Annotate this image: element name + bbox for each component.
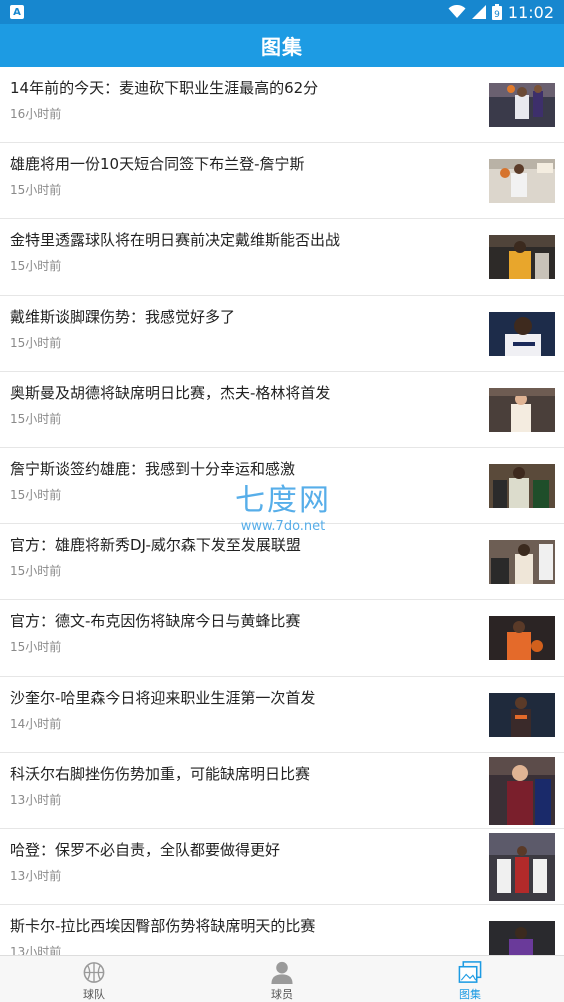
tab-gallery[interactable]: 图集 (376, 956, 564, 1002)
news-item[interactable]: 科沃尔右脚挫伤伤势加重，可能缺席明日比赛 13小时前 (0, 753, 564, 829)
news-item[interactable]: 金特里透露球队将在明日赛前决定戴维斯能否出战 15小时前 (0, 219, 564, 296)
tab-teams[interactable]: 球队 (0, 956, 188, 1002)
news-title: 官方：雄鹿将新秀DJ-威尔森下发至发展联盟 (10, 536, 301, 555)
news-thumbnail (489, 832, 555, 901)
news-thumbnail (489, 159, 555, 204)
gallery-icon (458, 961, 482, 983)
tab-label: 图集 (459, 988, 481, 1001)
news-thumbnail (489, 756, 555, 825)
news-item[interactable]: 沙奎尔-哈里森今日将迎来职业生涯第一次首发 14小时前 (0, 677, 564, 753)
tab-players[interactable]: 球员 (188, 956, 376, 1002)
wifi-icon (448, 5, 466, 18)
news-time: 15小时前 (10, 487, 62, 502)
news-thumbnail (489, 692, 555, 737)
news-thumbnail (489, 463, 555, 508)
news-thumbnail (489, 311, 555, 356)
battery-text: 9 (494, 10, 500, 20)
news-title: 戴维斯谈脚踝伤势：我感觉好多了 (10, 307, 236, 326)
news-time: 15小时前 (10, 640, 62, 655)
basketball-icon (83, 962, 105, 983)
page-title: 图集 (261, 35, 303, 59)
battery-icon: 9 (491, 4, 502, 20)
app-bar: 图集 (0, 24, 564, 67)
news-item[interactable]: 雄鹿将用一份10天短合同签下布兰登-詹宁斯 15小时前 (0, 143, 564, 220)
news-time: 15小时前 (10, 335, 62, 350)
news-item[interactable]: 官方：德文-布克因伤将缺席今日与黄蜂比赛 15小时前 (0, 600, 564, 677)
news-title: 詹宁斯谈签约雄鹿：我感到十分幸运和感激 (10, 459, 296, 478)
status-bar: A 9 11:02 (0, 0, 564, 24)
news-time: 15小时前 (10, 411, 62, 426)
status-time: 11:02 (507, 2, 554, 22)
news-item[interactable]: 斯卡尔-拉比西埃因臀部伤势将缺席明天的比赛 13小时前 (0, 905, 564, 955)
news-thumbnail (489, 921, 555, 955)
news-title: 金特里透露球队将在明日赛前决定戴维斯能否出战 (10, 231, 341, 250)
news-thumbnail (489, 83, 555, 127)
news-time: 15小时前 (10, 183, 62, 198)
news-time: 15小时前 (10, 259, 62, 274)
news-title: 斯卡尔-拉比西埃因臀部伤势将缺席明天的比赛 (10, 917, 316, 936)
news-thumbnail (489, 616, 555, 661)
news-title: 官方：德文-布克因伤将缺席今日与黄蜂比赛 (10, 612, 301, 631)
news-title: 科沃尔右脚挫伤伤势加重，可能缺席明日比赛 (10, 764, 311, 783)
notification-a-icon: A (10, 5, 24, 19)
news-time: 16小时前 (10, 107, 62, 121)
news-time: 14小时前 (10, 716, 62, 731)
news-item[interactable]: 戴维斯谈脚踝伤势：我感觉好多了 15小时前 (0, 296, 564, 372)
news-time: 13小时前 (10, 868, 62, 883)
news-item[interactable]: 官方：雄鹿将新秀DJ-威尔森下发至发展联盟 15小时前 (0, 524, 564, 601)
news-item[interactable]: 詹宁斯谈签约雄鹿：我感到十分幸运和感激 15小时前 (0, 448, 564, 525)
news-time: 15小时前 (10, 564, 62, 579)
tab-label: 球员 (271, 988, 293, 1001)
news-item[interactable]: 14年前的今天：麦迪砍下职业生涯最高的62分 16小时前 (0, 67, 564, 144)
news-title: 沙奎尔-哈里森今日将迎来职业生涯第一次首发 (10, 688, 316, 707)
news-title: 哈登：保罗不必自责，全队都要做得更好 (10, 840, 281, 859)
news-list: 14年前的今天：麦迪砍下职业生涯最高的62分 16小时前 雄鹿将用一份10天短合… (0, 67, 564, 955)
news-thumbnail (489, 235, 555, 280)
bottom-tab-bar: 球队 球员 图集 (0, 955, 564, 1002)
news-thumbnail (489, 540, 555, 585)
tab-label: 球队 (83, 988, 105, 1001)
news-title: 奥斯曼及胡德将缺席明日比赛，杰夫-格林将首发 (10, 383, 331, 402)
signal-icon (471, 5, 486, 19)
news-title: 雄鹿将用一份10天短合同签下布兰登-詹宁斯 (10, 155, 305, 174)
news-title: 14年前的今天：麦迪砍下职业生涯最高的62分 (10, 79, 319, 97)
news-time: 13小时前 (10, 792, 62, 807)
news-time: 13小时前 (10, 945, 62, 955)
news-item[interactable]: 奥斯曼及胡德将缺席明日比赛，杰夫-格林将首发 15小时前 (0, 372, 564, 448)
news-item[interactable]: 哈登：保罗不必自责，全队都要做得更好 13小时前 (0, 829, 564, 906)
person-icon (271, 961, 293, 985)
news-thumbnail (489, 387, 555, 432)
